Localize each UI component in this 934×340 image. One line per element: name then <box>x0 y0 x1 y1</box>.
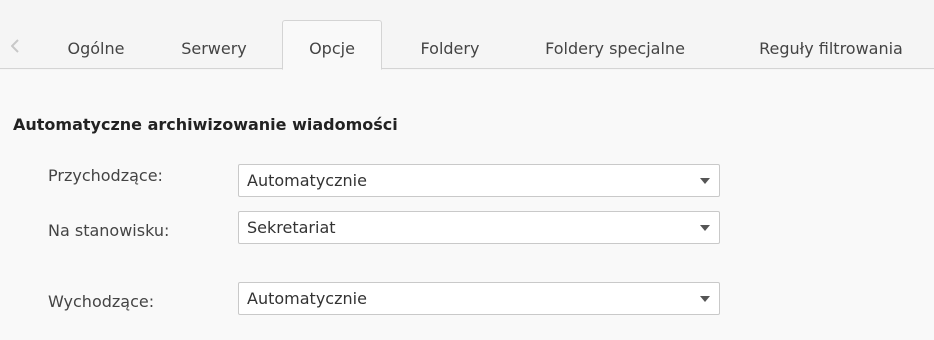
tab-opcje[interactable]: Opcje <box>282 20 382 70</box>
tab-label: Serwery <box>181 38 247 58</box>
outgoing-select[interactable]: Automatycznie <box>238 282 720 315</box>
tab-reguly-filtrowania[interactable]: Reguły filtrowania <box>728 20 934 70</box>
incoming-select[interactable]: Automatycznie <box>238 164 720 197</box>
workstation-select[interactable]: Sekretariat <box>238 211 720 244</box>
tab-label: Foldery specjalne <box>545 38 685 58</box>
outgoing-select-value: Automatycznie <box>247 289 367 308</box>
workstation-label: Na stanowisku: <box>48 221 170 240</box>
chevron-down-icon <box>700 177 710 184</box>
section-title: Automatyczne archiwizowanie wiadomości <box>13 115 398 134</box>
tab-label: Ogólne <box>67 38 125 58</box>
tab-foldery[interactable]: Foldery <box>396 20 504 70</box>
incoming-label: Przychodzące: <box>48 166 163 185</box>
tab-bar: Ogólne Serwery Opcje Foldery Foldery spe… <box>0 0 934 70</box>
tab-scroll-left-button[interactable] <box>6 34 24 58</box>
tab-foldery-specjalne[interactable]: Foldery specjalne <box>520 20 710 70</box>
outgoing-label: Wychodzące: <box>48 292 155 311</box>
tab-label: Foldery <box>420 38 480 58</box>
chevron-down-icon <box>700 224 710 231</box>
options-panel: Automatyczne archiwizowanie wiadomości P… <box>0 70 934 340</box>
chevron-down-icon <box>700 295 710 302</box>
tab-serwery[interactable]: Serwery <box>160 20 268 70</box>
workstation-select-value: Sekretariat <box>247 218 336 237</box>
tab-label: Opcje <box>309 38 355 58</box>
incoming-select-value: Automatycznie <box>247 171 367 190</box>
chevron-left-icon <box>11 39 19 53</box>
tab-label: Reguły filtrowania <box>759 38 903 58</box>
tab-ogolne[interactable]: Ogólne <box>46 20 146 70</box>
